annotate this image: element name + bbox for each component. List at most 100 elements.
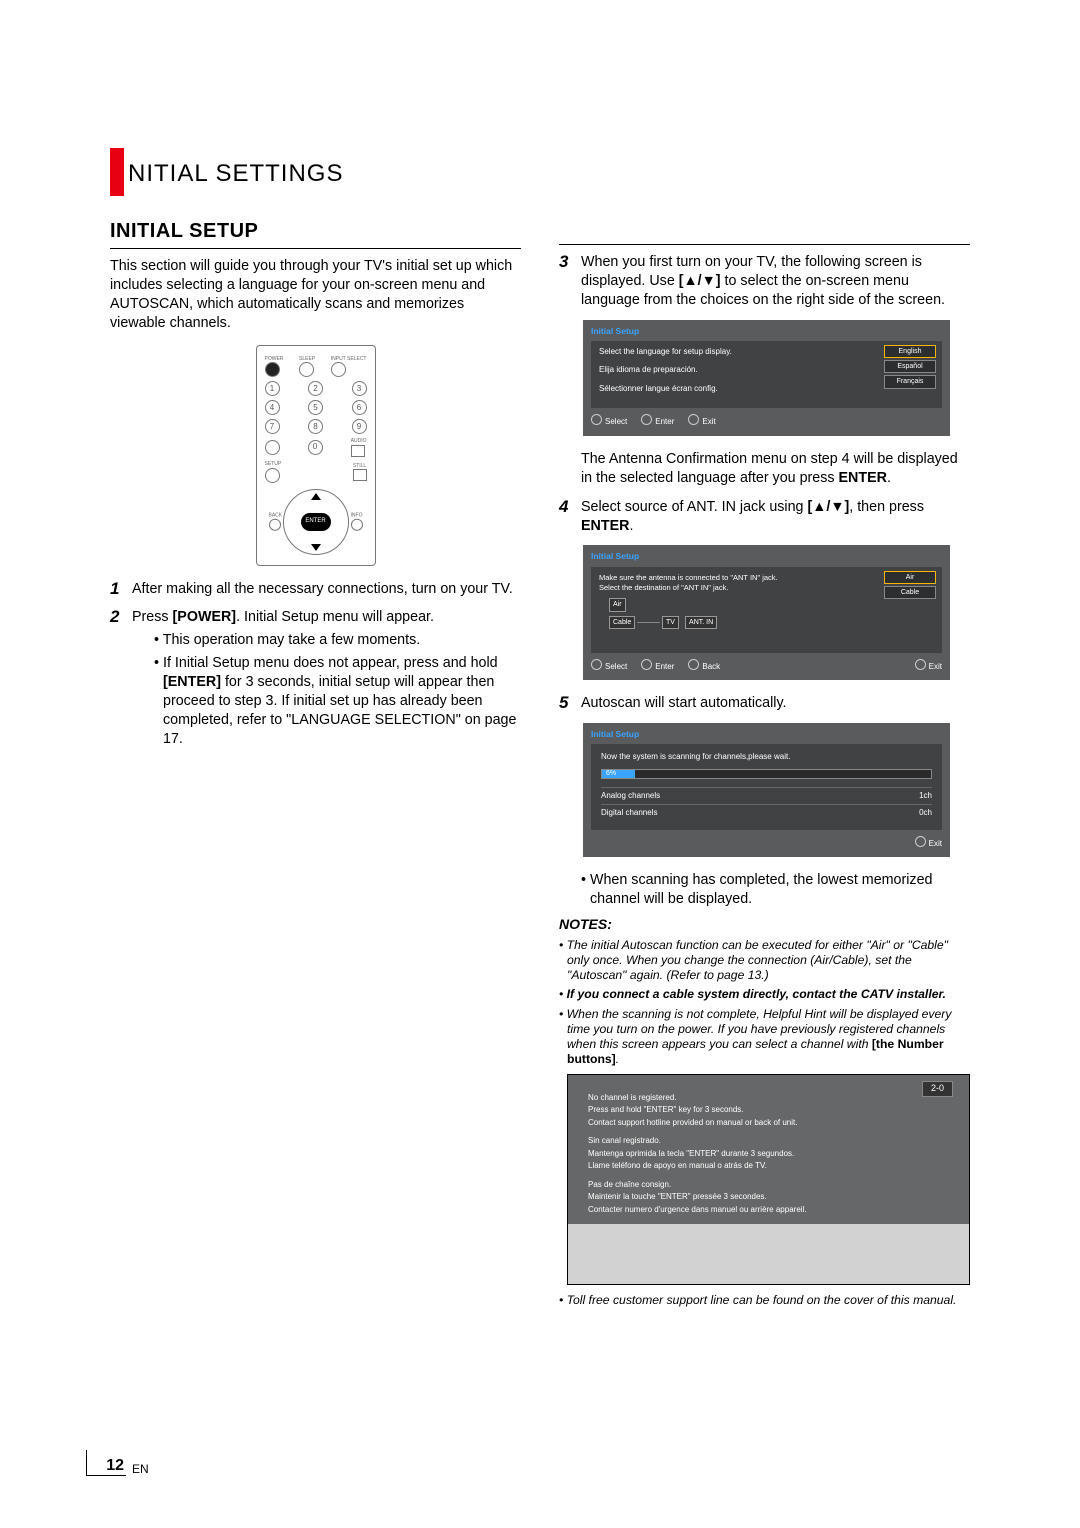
digital-row: Digital channels0ch [601,804,932,822]
osd-select: Select [591,659,627,673]
steps-right-2: 4 Select source of ANT. IN jack using [▲… [559,498,970,536]
step-number: 4 [559,498,581,536]
progress-bar: 6% [601,769,932,779]
diag-cable: Cable [609,616,635,629]
osd-enter: Enter [641,414,674,428]
txt: , then press [849,499,924,515]
input-button-icon [331,362,346,377]
sleep-button-icon [299,362,314,377]
keypad-5: 5 [308,400,323,415]
two-column-layout: INITIAL SETUP This section will guide yo… [110,218,970,1312]
power-button-icon [265,362,280,377]
keypad-4: 4 [265,400,280,415]
osd-exit: Exit [688,414,715,428]
note: The initial Autoscan function can be exe… [559,938,970,984]
osd-body: Now the system is scanning for channels,… [591,744,942,830]
dpad-icon: ENTER BACK INFO [283,489,349,555]
power-label: POWER [265,356,284,363]
note: If you connect a cable system directly, … [559,987,970,1002]
osd-msg: Now the system is scanning for channels,… [601,752,932,763]
subsection-title: INITIAL SETUP [110,218,521,244]
dash-button-icon [265,440,280,455]
osd-title: Initial Setup [591,551,942,562]
enter-key: ENTER [839,470,887,486]
txt: . [629,518,633,534]
keypad-9: 9 [352,419,367,434]
hint-es2: Mantenga oprimida la tecla "ENTER" duran… [588,1149,949,1160]
txt: . Initial Setup menu will appear. [236,609,434,625]
steps-left: 1 After making all the necessary connect… [110,580,521,753]
lang-francais: Français [884,375,936,388]
keypad-8: 8 [308,419,323,434]
step3-post: The Antenna Confirmation menu on step 4 … [581,450,970,488]
enter-key: ENTER [581,518,629,534]
step-text: After making all the necessary connectio… [132,580,521,599]
keypad-2: 2 [308,381,323,396]
osd-back: Back [688,659,720,673]
section-title: NITIAL SETTINGS [128,160,970,188]
diag-air: Air [609,598,626,611]
osd-body: Select the language for setup display. E… [591,341,942,409]
keypad-7: 7 [265,419,280,434]
osd-language-screenshot: Initial Setup Select the language for se… [583,320,950,436]
setup-button-icon [265,468,280,483]
sleep-label: SLEEP [299,356,315,363]
step-number: 5 [559,694,581,713]
still-label: STILL [353,463,367,470]
audio-label: AUDIO [351,438,367,445]
hint-fr2: Maintenir la touche "ENTER" pressée 3 se… [588,1192,949,1203]
txt: Press [132,609,173,625]
helpful-hint-screenshot: 2-0 No channel is registered. Press and … [567,1074,970,1285]
txt: . [887,470,891,486]
osd-autoscan-screenshot: Initial Setup Now the system is scanning… [583,723,950,857]
steps-right: 3 When you first turn on your TV, the fo… [559,253,970,310]
step-2: 2 Press [POWER]. Initial Setup menu will… [110,608,521,752]
osd-lang-options: English Español Français [884,345,936,389]
step-4: 4 Select source of ANT. IN jack using [▲… [559,498,970,536]
step-number: 2 [110,608,132,752]
hint-en3: Contact support hotline provided on manu… [588,1118,949,1129]
notes-list: The initial Autoscan function can be exe… [559,938,970,1068]
bullet: This operation may take a few moments. [154,631,521,650]
note-bold: If you connect a cable system directly, … [567,987,946,1001]
back-button-icon [269,519,281,531]
hint-es1: Sin canal registrado. [588,1136,949,1147]
step5-bullets: When scanning has completed, the lowest … [581,871,970,909]
progress-pct: 6% [606,769,616,778]
step-1: 1 After making all the necessary connect… [110,580,521,599]
audio-button-icon [351,445,365,457]
osd-footer: Select Enter Exit [591,414,942,428]
txt: If Initial Setup menu does not appear, p… [163,655,498,671]
hint-fr1: Pas de chaîne consign. [588,1180,949,1191]
keypad-0: 0 [308,440,323,455]
step-3: 3 When you first turn on your TV, the fo… [559,253,970,310]
left-column: INITIAL SETUP This section will guide yo… [110,218,521,1312]
remote-body: POWER SLEEP INPUT SELECT 123 45 [256,345,376,566]
osd-exit: Exit [915,836,942,850]
keypad-3: 3 [352,381,367,396]
updown-key: [▲/▼] [679,273,721,289]
setup-label: SETUP [265,461,282,468]
antenna-diagram: Air Cable ——— TV ANT. IN [599,598,934,628]
hint-channel: 2-0 [922,1081,953,1097]
osd-antenna-screenshot: Initial Setup Make sure the antenna is c… [583,545,950,680]
info-button-icon [351,519,363,531]
notes-heading: NOTES: [559,915,970,933]
bullet: When scanning has completed, the lowest … [581,871,970,909]
diag-antin: ANT. IN [685,616,717,629]
power-key: [POWER] [173,609,237,625]
intro-paragraph: This section will guide you through your… [110,257,521,332]
hint-top: 2-0 No channel is registered. Press and … [568,1075,969,1224]
txt: The Antenna Confirmation menu on step 4 … [581,451,958,486]
val: 1ch [919,791,932,802]
osd-exit: Exit [915,659,942,673]
hint-en1: No channel is registered. [588,1093,949,1104]
lang-english: English [884,345,936,358]
opt-air: Air [884,571,936,584]
hint-es3: Llame teléfono de apoyo en manual o atrá… [588,1161,949,1172]
osd-title: Initial Setup [591,326,942,337]
hint-bottom [568,1224,969,1284]
rule [110,248,521,249]
osd-body: Make sure the antenna is connected to "A… [591,567,942,653]
osd-ant-options: Air Cable [884,571,936,599]
